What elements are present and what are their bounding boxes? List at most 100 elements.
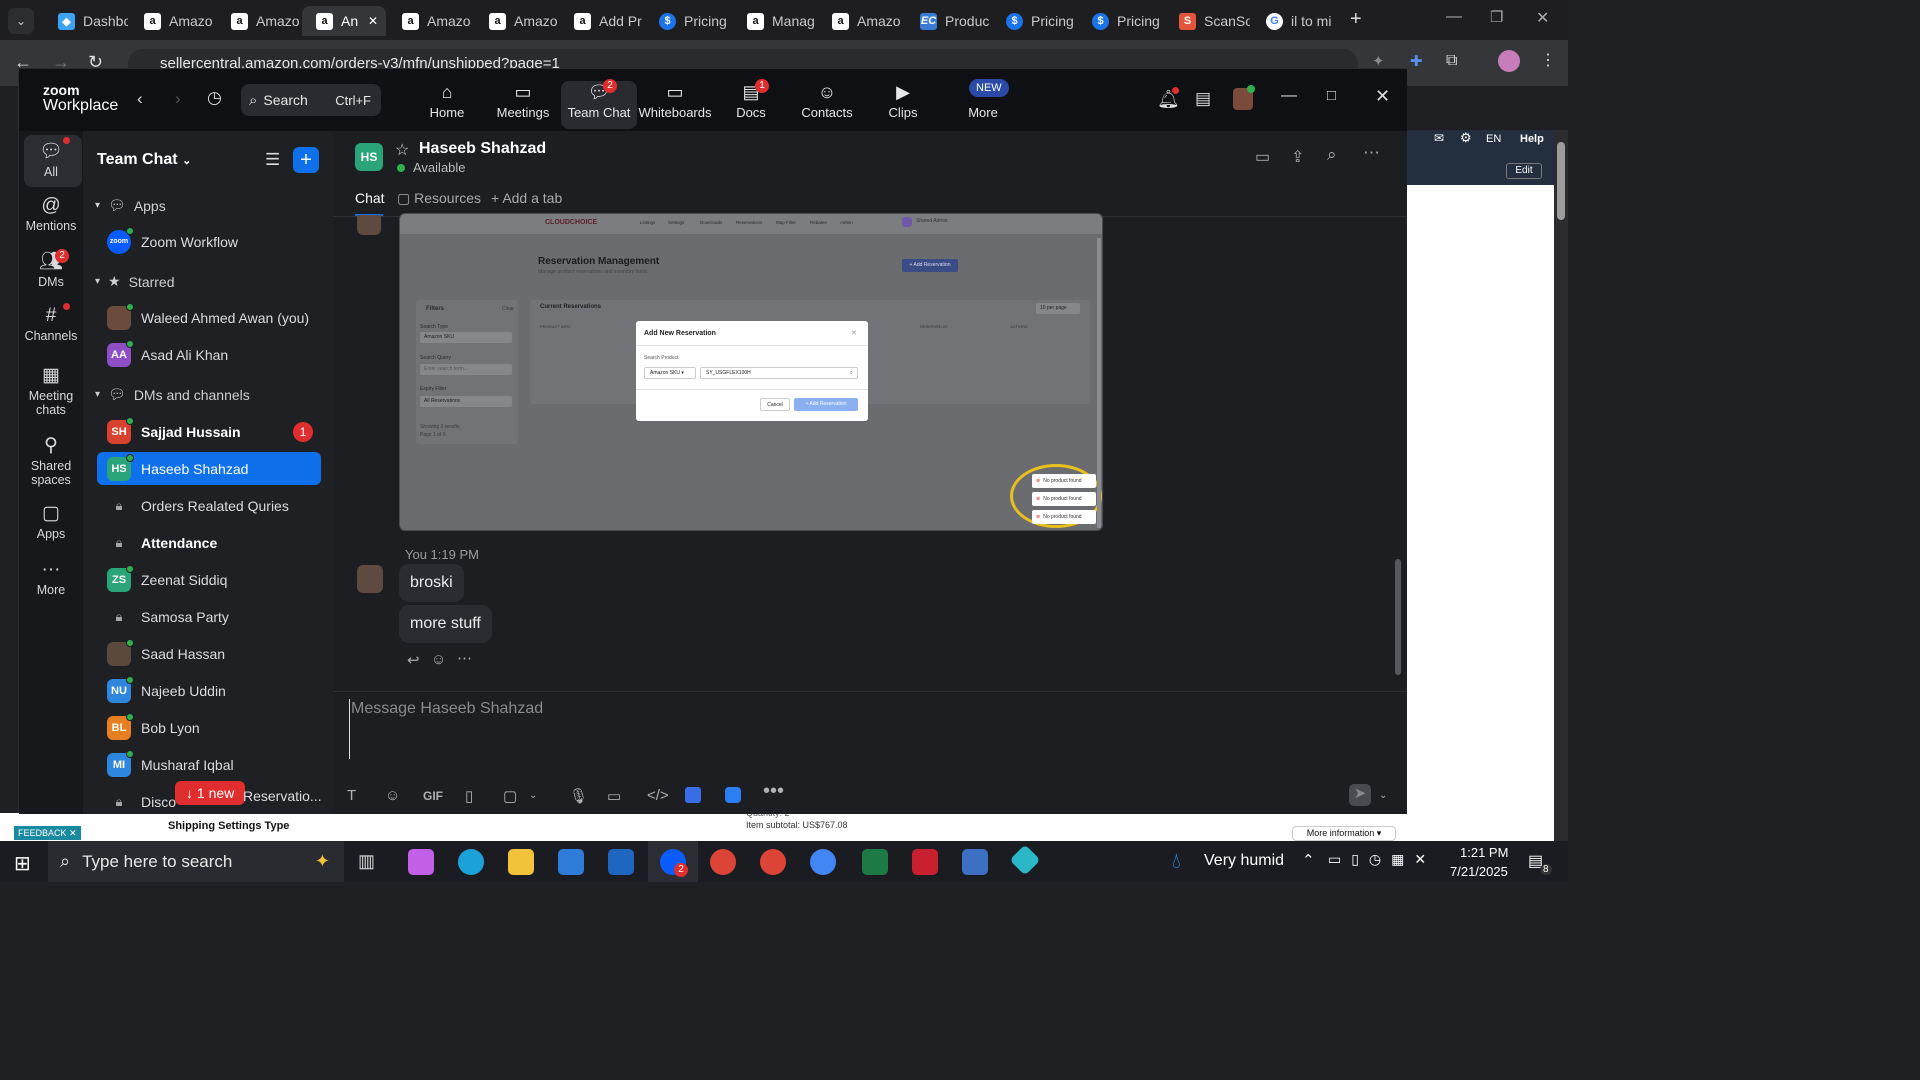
tab-search-button[interactable]: ⌄ [8, 8, 34, 34]
nav-whiteboards[interactable]: ▭ Whiteboards [637, 81, 713, 129]
text-format-icon[interactable]: T [347, 787, 356, 804]
sidebar-item[interactable]: BL Bob Lyon [97, 711, 321, 744]
reply-icon[interactable]: ↩ [407, 651, 420, 669]
screenshot-dropdown-icon[interactable]: ⌄ [529, 790, 537, 801]
shared-screenshot[interactable]: CLOUDCHOICE Shared Admin Reservation Man… [399, 213, 1103, 531]
browser-tab[interactable]: a Amazo [130, 6, 215, 36]
file-icon[interactable]: ▯ [465, 787, 473, 805]
browser-tab[interactable]: a Add Pr [560, 6, 643, 36]
filezilla-app-icon[interactable] [912, 849, 938, 875]
microphone-icon[interactable]: 🎙︎ [569, 787, 588, 805]
more-information-button[interactable]: More information ▾ [1292, 826, 1396, 841]
browser-tab[interactable]: a Amazo [475, 6, 558, 36]
browser-tab[interactable]: a Amazo [818, 6, 904, 36]
browser-tab[interactable]: EC Produc [906, 6, 990, 36]
excel-app-icon[interactable] [862, 849, 888, 875]
video-call-icon[interactable]: ▭ [1255, 147, 1270, 167]
task-view-icon[interactable]: ▥ [358, 851, 375, 872]
rail-more[interactable]: ··· More [19, 557, 83, 597]
browser-tab[interactable]: a Manag [733, 6, 816, 36]
tab-resources[interactable]: ▢ Resources [397, 190, 481, 207]
browser-tab[interactable]: $ Pricing [992, 6, 1076, 36]
clock-date[interactable]: 7/21/2025 [1450, 864, 1508, 879]
filter-icon[interactable]: ☰ [265, 150, 280, 170]
tray-icons[interactable]: ▭▯◷▦✕ [1328, 851, 1436, 868]
emoji-icon[interactable]: ☺ [385, 787, 400, 804]
copilot-app-icon[interactable] [408, 849, 434, 875]
rail-all[interactable]: 💬︎ All [19, 139, 83, 179]
sidebar-item[interactable]: Waleed Ahmed Awan (you) [97, 301, 321, 334]
minimize-icon[interactable]: — [1281, 87, 1297, 105]
composer-more-icon[interactable]: ••• [763, 780, 784, 803]
edge-app-icon[interactable] [458, 849, 484, 875]
tab-add[interactable]: + Add a tab [491, 190, 562, 206]
sidebar-item[interactable]: HS Haseeb Shahzad [97, 452, 321, 485]
extensions-puzzle-icon[interactable]: ⧉ [1446, 52, 1457, 70]
message-more-icon[interactable]: ⋯ [457, 649, 472, 667]
sidebar-item[interactable]: NU Najeeb Uddin [97, 674, 321, 707]
sidebar-item[interactable]: MI Musharaf Iqbal [97, 748, 321, 781]
nav-home[interactable]: ⌂ Home [409, 81, 485, 129]
sidebar-item[interactable]: ZS Zeenat Siddiq [97, 563, 321, 596]
send-icon[interactable]: ➤ [1349, 784, 1371, 806]
sidebar-title[interactable]: Team Chat ⌄ [97, 151, 191, 169]
clock-time[interactable]: 1:21 PM [1460, 845, 1508, 860]
nav-more[interactable]: ···MoreNEW [945, 79, 1021, 129]
video-message-icon[interactable]: ▭ [607, 787, 621, 805]
share-screen-icon[interactable]: ⇪ [1291, 147, 1304, 167]
outlook-app-icon[interactable] [608, 849, 634, 875]
rail-apps[interactable]: ▢ Apps [19, 501, 83, 541]
page-scrollbar-thumb[interactable] [1557, 142, 1565, 220]
sidebar-item[interactable]: SH Sajjad Hussain 1 [97, 415, 321, 448]
zoom-search-bar[interactable]: ⌕ Search Ctrl+F [241, 84, 381, 116]
rail-shared-spaces[interactable]: ⚲ Shared spaces [19, 433, 83, 487]
rail-channels[interactable]: # Channels [19, 303, 83, 343]
new-tab-button[interactable]: + [1350, 8, 1362, 31]
chat-scrollbar[interactable] [1395, 559, 1401, 675]
browser-tab[interactable]: a Amazo [217, 6, 300, 36]
tab-close-icon[interactable]: ✕ [368, 14, 378, 28]
profile-avatar[interactable] [1498, 50, 1520, 72]
sidebar-item[interactable]: AA Asad Ali Khan [97, 338, 321, 371]
section-starred[interactable]: ▾ ★ Starred [95, 273, 175, 290]
browser-tab[interactable]: $ Pricing [645, 6, 731, 36]
tray-chevron-icon[interactable]: ⌃ [1302, 851, 1315, 869]
calculator-app-icon[interactable] [962, 849, 988, 875]
message-bubble[interactable]: more stuff [399, 605, 492, 643]
contact-name[interactable]: Haseeb Shahzad [419, 140, 546, 158]
send-options-icon[interactable]: ⌄ [1379, 790, 1387, 801]
nav-team-chat[interactable]: 💬︎ Team Chat 2 [561, 79, 637, 129]
browser-tab[interactable]: a Amazo [388, 6, 473, 36]
sidebar-item[interactable]: 🔒︎ Disco [97, 785, 321, 818]
rail-meeting-chats[interactable]: ▦ Meeting chats [19, 363, 83, 417]
taskbar-search[interactable]: ⌕ Type here to search ✦ [48, 841, 344, 882]
chrome-app-icon-3[interactable] [810, 849, 836, 875]
new-chat-button[interactable]: + [293, 147, 319, 173]
windows-start-icon[interactable]: ⊞ [14, 851, 31, 876]
chrome-menu-icon[interactable]: ⋮ [1540, 50, 1556, 70]
chat-search-icon[interactable]: ⌕ [1327, 145, 1337, 165]
tab-chat[interactable]: Chat [355, 190, 385, 206]
back-arrow-icon[interactable]: ‹ [137, 89, 143, 109]
feedback-tab[interactable]: FEEDBACK ✕ [14, 826, 81, 840]
nav-docs[interactable]: ▤ Docs 1 [713, 79, 789, 129]
rail-mentions[interactable]: @ Mentions [19, 193, 83, 233]
calendar-panel-icon[interactable]: ▤ [1195, 89, 1211, 109]
file-explorer-icon[interactable] [508, 849, 534, 875]
rail-dms[interactable]: 👥︎ DMs 2 [19, 249, 83, 289]
sidebar-item[interactable]: 🔒︎ Samosa Party [97, 600, 321, 633]
extension-icon-2[interactable]: ✚ [1410, 52, 1423, 70]
page-scrollbar[interactable] [1554, 130, 1568, 841]
sidebar-item[interactable]: 🔒︎ Orders Realated Quries [97, 489, 321, 522]
nav-contacts[interactable]: ☺ Contacts [789, 81, 865, 129]
weather-text[interactable]: Very humid [1204, 852, 1284, 870]
window-minimize-icon[interactable]: — [1446, 8, 1462, 26]
browser-tab[interactable]: Gil to mi [1252, 6, 1338, 36]
forward-arrow-icon[interactable]: › [175, 89, 181, 109]
star-outline-icon[interactable]: ☆ [395, 140, 409, 160]
screenshot-icon[interactable]: ▢ [503, 787, 517, 805]
help-link[interactable]: Help [1520, 133, 1544, 145]
message-input[interactable]: Message Haseeb Shahzad [349, 699, 1389, 759]
window-restore-icon[interactable]: ❐ [1490, 8, 1503, 26]
maximize-icon[interactable]: □ [1327, 87, 1336, 104]
